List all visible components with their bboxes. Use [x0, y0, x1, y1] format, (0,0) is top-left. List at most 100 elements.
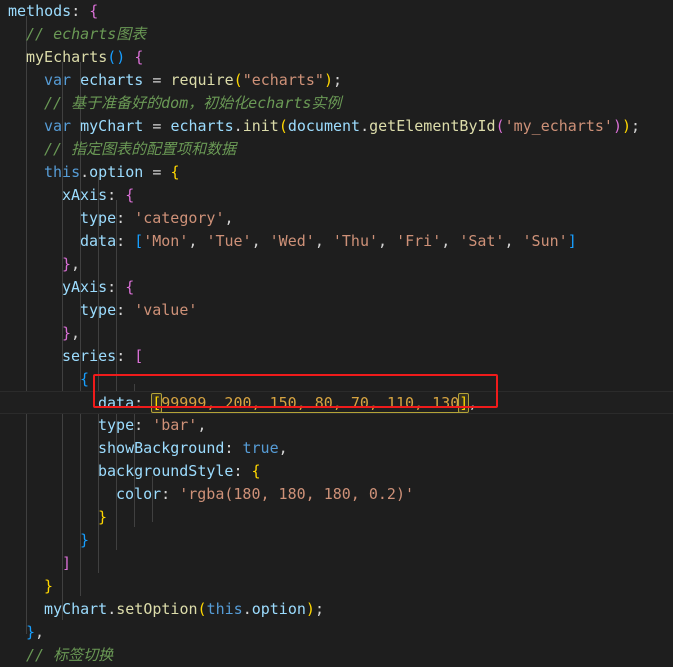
token-property: type	[98, 416, 135, 434]
token-property: xAxis	[62, 186, 108, 204]
token-identifier: echarts	[71, 71, 153, 89]
token-dot: .	[233, 117, 243, 135]
code-line[interactable]: myEcharts() {	[0, 46, 673, 69]
token-parens: ()	[107, 48, 126, 66]
code-line-active[interactable]: data: [99999, 200, 150, 80, 70, 110, 130…	[0, 391, 673, 414]
token-comma: ,	[188, 232, 207, 250]
token-string: 'Mon'	[143, 232, 189, 250]
token-this: this	[206, 600, 243, 618]
code-line[interactable]: type: 'value'	[0, 299, 673, 322]
token-comma: ,	[504, 232, 523, 250]
token-comment: // 基于准备好的dom，初始化echarts实例	[44, 94, 342, 112]
token-string: 'Sat'	[459, 232, 505, 250]
code-line[interactable]: myChart.setOption(this.option);	[0, 598, 673, 621]
token-string: 'Sun'	[522, 232, 568, 250]
token-brace: {	[125, 48, 144, 66]
token-paren-open: (	[233, 71, 243, 89]
token-punctuation: :	[116, 232, 135, 250]
token-object: document	[287, 117, 361, 135]
token-punctuation: :	[134, 416, 153, 434]
code-line[interactable]: type: 'bar',	[0, 414, 673, 437]
code-line[interactable]: color: 'rgba(180, 180, 180, 0.2)'	[0, 483, 673, 506]
token-punctuation: :	[233, 462, 252, 480]
token-brace: }	[98, 508, 108, 526]
token-bracket-open-matched: [	[151, 393, 163, 413]
token-array-values: 99999, 200, 150, 80, 70, 110, 130	[161, 394, 460, 413]
code-content[interactable]: methods: { // echarts图表 myEcharts() { va…	[0, 0, 673, 667]
token-this: this	[44, 163, 81, 181]
token-paren-open: (	[495, 117, 505, 135]
code-line[interactable]: // 指定图表的配置项和数据	[0, 138, 673, 161]
token-comma: ,	[224, 209, 234, 227]
token-comma: ,	[314, 232, 333, 250]
token-method: setOption	[116, 600, 198, 618]
code-editor[interactable]: methods: { // echarts图表 myEcharts() { va…	[0, 0, 673, 664]
code-line[interactable]: backgroundStyle: {	[0, 460, 673, 483]
code-line[interactable]: var myChart = echarts.init(document.getE…	[0, 115, 673, 138]
code-line[interactable]: },	[0, 621, 673, 644]
token-keyword: var	[44, 71, 72, 89]
token-paren-close: )	[612, 117, 622, 135]
code-line[interactable]: }	[0, 529, 673, 552]
code-line[interactable]: },	[0, 322, 673, 345]
code-line[interactable]: showBackground: true,	[0, 437, 673, 460]
token-comma: ,	[278, 439, 288, 457]
token-string: "echarts"	[242, 71, 324, 89]
token-punctuation: :	[134, 394, 153, 412]
token-property: type	[80, 209, 117, 227]
code-line[interactable]: // echarts图表	[0, 23, 673, 46]
code-line[interactable]: }	[0, 575, 673, 598]
token-property: data	[98, 394, 135, 412]
code-line[interactable]: ]	[0, 552, 673, 575]
token-string: 'Wed'	[269, 232, 315, 250]
token-string: 'my_echarts'	[504, 117, 613, 135]
token-property: series	[62, 347, 117, 365]
token-punctuation: :	[116, 301, 135, 319]
token-comma: ,	[197, 416, 207, 434]
token-string: 'rgba(180, 180, 180, 0.2)'	[179, 485, 415, 503]
token-property: backgroundStyle	[98, 462, 234, 480]
code-line[interactable]: },	[0, 253, 673, 276]
token-brace: }	[62, 255, 72, 273]
token-method: getElementById	[369, 117, 496, 135]
code-line[interactable]: this.option = {	[0, 161, 673, 184]
token-semicolon: ;	[314, 600, 324, 618]
code-line[interactable]: }	[0, 506, 673, 529]
token-property: showBackground	[98, 439, 225, 457]
token-punctuation: :	[161, 485, 180, 503]
token-brace: }	[62, 324, 72, 342]
token-semicolon: ;	[333, 71, 343, 89]
token-punctuation: :	[224, 439, 243, 457]
token-punctuation: :	[116, 209, 135, 227]
token-dot: .	[107, 600, 117, 618]
code-line[interactable]: // 标签切换	[0, 644, 673, 667]
code-line[interactable]: series: [	[0, 345, 673, 368]
token-punctuation: :	[116, 347, 135, 365]
token-semicolon: ;	[631, 117, 641, 135]
token-identifier: methods	[8, 2, 72, 20]
token-comma: ,	[71, 324, 81, 342]
code-line[interactable]: // 基于准备好的dom，初始化echarts实例	[0, 92, 673, 115]
code-line[interactable]: xAxis: {	[0, 184, 673, 207]
token-paren-open: (	[278, 117, 288, 135]
token-bracket-open: [	[134, 232, 144, 250]
token-dot: .	[360, 117, 370, 135]
code-line[interactable]: methods: {	[0, 0, 673, 23]
token-comment: // echarts图表	[26, 25, 147, 43]
code-line[interactable]: type: 'category',	[0, 207, 673, 230]
code-line[interactable]: yAxis: {	[0, 276, 673, 299]
token-property: option	[89, 163, 144, 181]
token-paren-close: )	[622, 117, 632, 135]
token-comment: // 指定图表的配置项和数据	[44, 140, 237, 158]
code-line[interactable]: var echarts = require("echarts");	[0, 69, 673, 92]
code-line[interactable]: data: ['Mon', 'Tue', 'Wed', 'Thu', 'Fri'…	[0, 230, 673, 253]
token-property: option	[251, 600, 306, 618]
token-object: myChart	[44, 600, 108, 618]
token-operator: =	[152, 71, 171, 89]
token-string: 'Fri'	[396, 232, 442, 250]
token-boolean: true	[242, 439, 279, 457]
token-string: 'Tue'	[206, 232, 252, 250]
token-punctuation: :	[71, 2, 90, 20]
code-line[interactable]: {	[0, 368, 673, 391]
token-object: echarts	[170, 117, 234, 135]
